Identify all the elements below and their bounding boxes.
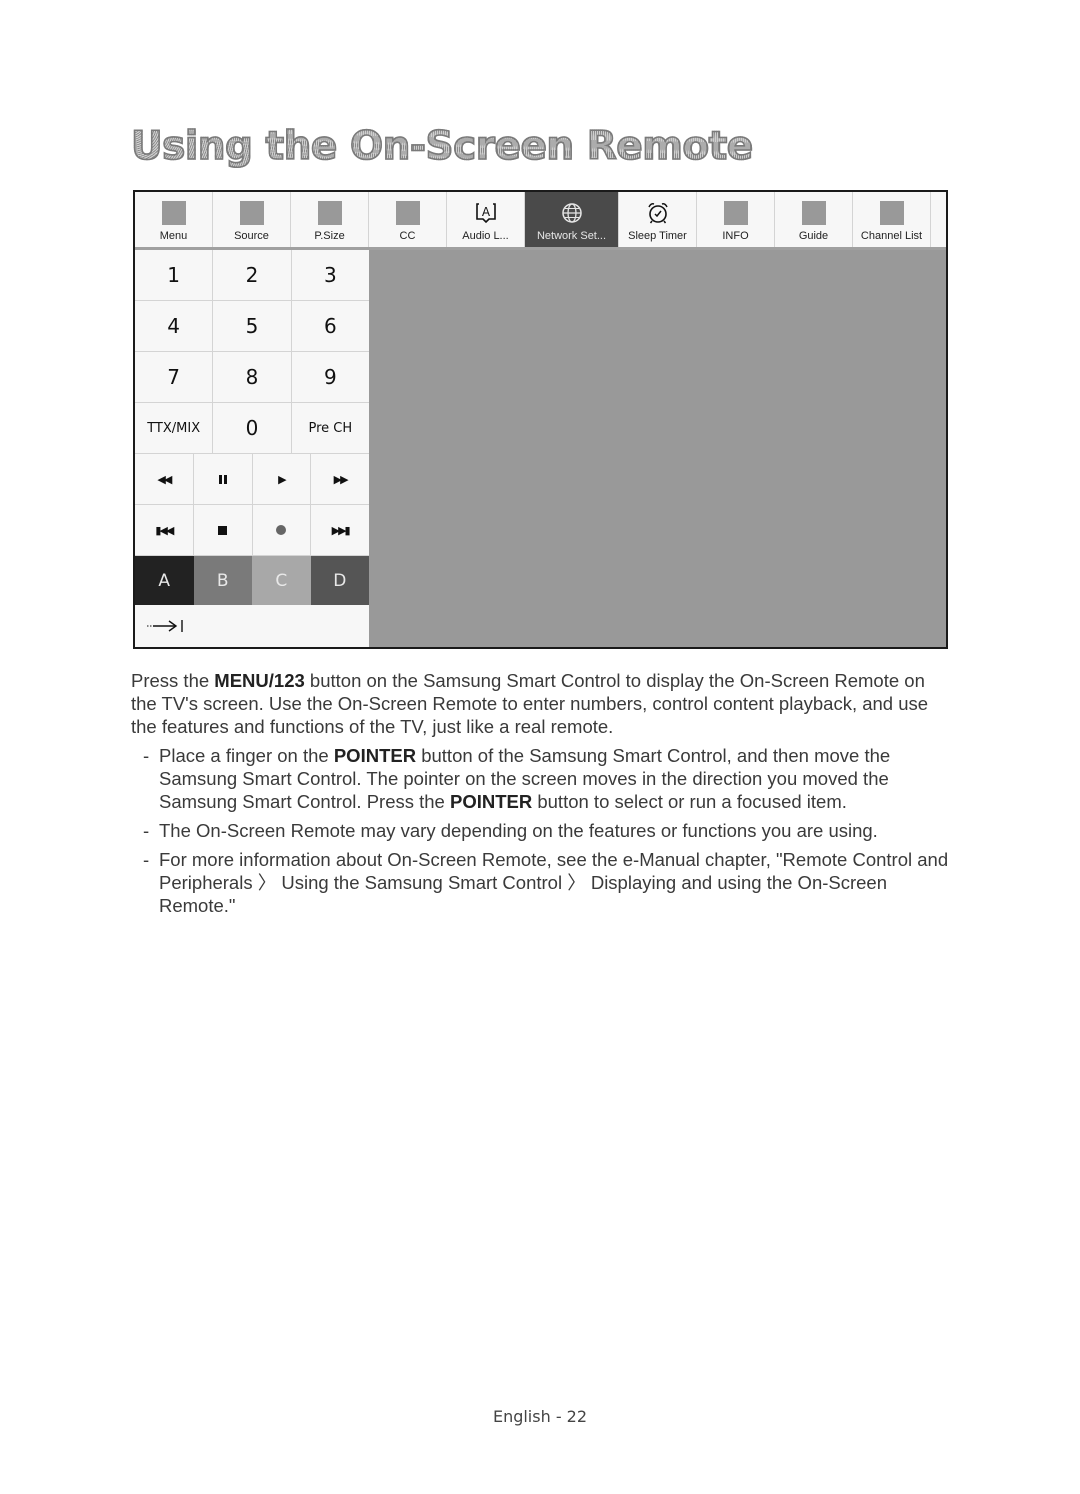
record-icon: [276, 525, 287, 535]
text: The On-Screen Remote may vary depending …: [159, 820, 878, 841]
toolbar-button-channel-list[interactable]: Channel List: [853, 192, 931, 247]
bullet-dash: -: [143, 849, 150, 870]
toolbar-button-sleep-timer[interactable]: Sleep Timer: [619, 192, 697, 247]
pointer-button-name: POINTER: [333, 745, 417, 766]
record-button[interactable]: [253, 505, 312, 555]
key-6[interactable]: 6: [292, 301, 369, 351]
toolbar-label: Source: [234, 230, 269, 242]
play-icon: ▶: [278, 472, 287, 486]
skip-next-icon: ▶▶▮: [331, 523, 351, 537]
tab-button[interactable]: [135, 605, 369, 647]
toolbar-label: CC: [399, 230, 416, 242]
toolbar-button-cc[interactable]: CC: [369, 192, 447, 247]
bullet-dash: -: [143, 745, 150, 766]
key-5[interactable]: 5: [213, 301, 292, 351]
audio-language-icon: A: [475, 203, 496, 224]
bullet-dash: -: [143, 820, 150, 841]
toolbar-button-guide[interactable]: Guide: [775, 192, 853, 247]
toolbar-label: Sleep Timer: [628, 230, 687, 242]
keypad-row: 7 8 9: [135, 352, 369, 403]
play-button[interactable]: ▶: [253, 454, 312, 504]
toolbar-label: Audio L...: [462, 230, 509, 242]
toolbar-label: P.Size: [314, 230, 345, 242]
pause-button[interactable]: [194, 454, 253, 504]
tab-row: [135, 605, 369, 647]
key-3[interactable]: 3: [292, 250, 369, 300]
toolbar-button-source[interactable]: Source: [213, 192, 291, 247]
svg-text:A: A: [481, 205, 490, 219]
text: button to select or run a focused item.: [532, 791, 847, 812]
toolbar-button-info[interactable]: INFO: [697, 192, 775, 247]
keypad-row: TTX/MIX 0 Pre CH: [135, 403, 369, 454]
keypad-row: 4 5 6: [135, 301, 369, 352]
key-8[interactable]: 8: [213, 352, 292, 402]
text: For more information about On-Screen Rem…: [159, 849, 949, 916]
globe-icon: [561, 203, 582, 223]
previous-button[interactable]: ▮◀◀: [135, 505, 194, 555]
bullet-item: - Place a finger on the POINTER button o…: [131, 744, 951, 813]
on-screen-remote: Menu Source P.Size CC A Audio L... Netwo…: [133, 190, 948, 649]
key-ttx-mix[interactable]: TTX/MIX: [135, 403, 214, 453]
toolbar-label: Network Set...: [536, 230, 607, 242]
tv-screen-area: [369, 250, 946, 647]
keypad-row: 1 2 3: [135, 250, 369, 301]
color-button-b[interactable]: B: [193, 556, 252, 605]
toolbar-button-menu[interactable]: Menu: [135, 192, 213, 247]
toolbar-button-network-settings[interactable]: Network Set...: [525, 192, 619, 247]
media-row: ◀◀ ▶ ▶▶: [135, 454, 369, 505]
placeholder-square-icon: [317, 201, 342, 225]
fast-forward-button[interactable]: ▶▶: [311, 454, 369, 504]
tab-arrow-icon: [147, 620, 183, 632]
toolbar-button-psize[interactable]: P.Size: [291, 192, 369, 247]
key-0[interactable]: 0: [213, 403, 292, 453]
text: Press the: [131, 670, 215, 691]
body-text: Press the MENU/123 button on the Samsung…: [131, 669, 951, 917]
next-button[interactable]: ▶▶▮: [311, 505, 369, 555]
bullet-item: - The On-Screen Remote may vary dependin…: [131, 819, 951, 842]
rewind-button[interactable]: ◀◀: [135, 454, 194, 504]
stop-icon: [218, 525, 228, 535]
pointer-button-name: POINTER: [449, 791, 533, 812]
toolbar-label: Menu: [159, 230, 188, 242]
placeholder-square-icon: [239, 201, 264, 225]
color-button-d[interactable]: D: [310, 556, 369, 605]
page-title: Using the On-Screen Remote: [130, 123, 754, 170]
fast-forward-icon: ▶▶: [333, 472, 349, 486]
alarm-clock-icon: [647, 203, 668, 224]
placeholder-square-icon: [161, 201, 186, 225]
stop-button[interactable]: [194, 505, 253, 555]
color-buttons-row: A B C D: [135, 556, 369, 605]
toolbar-button-audio-language[interactable]: A Audio L...: [447, 192, 525, 247]
key-pre-ch[interactable]: Pre CH: [292, 403, 369, 453]
intro-paragraph: Press the MENU/123 button on the Samsung…: [131, 669, 951, 738]
keypad: 1 2 3 4 5 6 7 8 9 TTX/MIX 0 Pre CH ◀◀ ▶ …: [135, 250, 369, 647]
color-button-a[interactable]: A: [135, 556, 194, 605]
remote-toolbar: Menu Source P.Size CC A Audio L... Netwo…: [135, 192, 946, 250]
toolbar-label: Guide: [798, 230, 829, 242]
placeholder-square-icon: [395, 201, 420, 225]
placeholder-square-icon: [723, 201, 748, 225]
color-button-c[interactable]: C: [252, 556, 311, 605]
pause-icon: [218, 474, 227, 484]
key-1[interactable]: 1: [135, 250, 214, 300]
media-row: ▮◀◀ ▶▶▮: [135, 505, 369, 556]
text: Place a finger on the: [159, 745, 334, 766]
bullet-item: - For more information about On-Screen R…: [131, 848, 951, 917]
key-9[interactable]: 9: [292, 352, 369, 402]
key-7[interactable]: 7: [135, 352, 214, 402]
toolbar-label: INFO: [722, 230, 749, 242]
skip-previous-icon: ▮◀◀: [155, 523, 174, 537]
key-2[interactable]: 2: [213, 250, 292, 300]
placeholder-square-icon: [879, 201, 904, 225]
key-4[interactable]: 4: [135, 301, 214, 351]
menu-123-button-name: MENU/123: [214, 670, 305, 691]
toolbar-label: Channel List: [860, 230, 923, 242]
page-footer: English - 22: [492, 1407, 588, 1426]
placeholder-square-icon: [801, 201, 826, 225]
rewind-icon: ◀◀: [157, 472, 172, 486]
